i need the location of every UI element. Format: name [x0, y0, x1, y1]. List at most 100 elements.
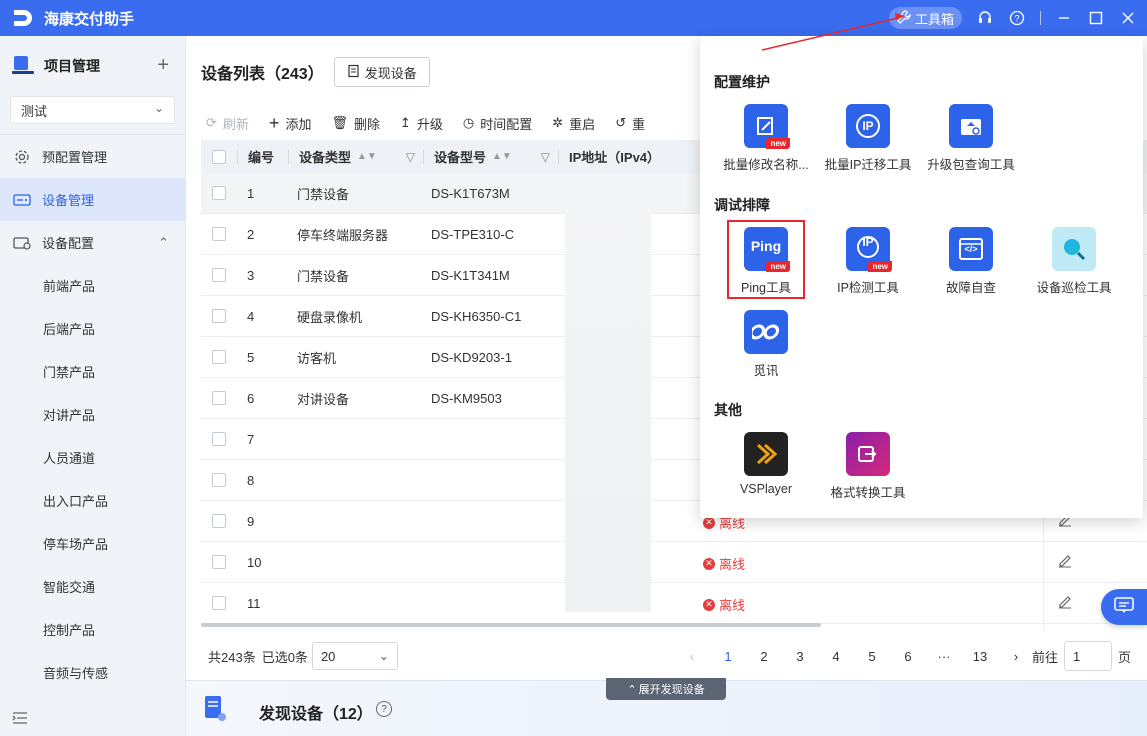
sidebar-subitem[interactable]: 门禁产品 — [0, 350, 185, 393]
page-number[interactable]: 5 — [854, 649, 890, 664]
close-icon[interactable] — [1119, 9, 1137, 27]
minimize-icon[interactable] — [1055, 9, 1073, 27]
page-number[interactable]: 1 — [710, 649, 746, 664]
tool-upgrade-query[interactable]: 升级包查询工具 — [921, 104, 1021, 173]
project-title: 项目管理 — [44, 58, 100, 74]
reboot-button[interactable]: ✲ 重启 — [552, 114, 595, 133]
tool-format-convert[interactable]: 格式转换工具 — [818, 432, 918, 501]
tool-batch-rename[interactable]: new 批量修改名称... — [716, 104, 816, 173]
row-checkbox[interactable] — [212, 473, 226, 487]
page-number[interactable]: 3 — [782, 649, 818, 664]
sort-icon: ▲▼ — [357, 151, 377, 162]
sidebar-subitem[interactable]: 出入口产品 — [0, 479, 185, 522]
header-model-label: 设备型号 — [434, 150, 487, 165]
page-number[interactable]: 6 — [890, 649, 926, 664]
tool-fault-check[interactable]: </> 故障自查 — [921, 227, 1021, 296]
tool-batch-ip-migrate[interactable]: IP 批量IP迁移工具 — [818, 104, 918, 173]
tool-vsplayer[interactable]: VSPlayer — [716, 432, 816, 496]
row-checkbox[interactable] — [212, 596, 226, 610]
row-checkbox[interactable] — [212, 514, 226, 528]
sidebar-subitem[interactable]: 人员通道 — [0, 436, 185, 479]
refresh-icon: ⟳ — [206, 115, 217, 130]
more-action-button[interactable]: ↺ 重 — [615, 114, 645, 133]
delete-button[interactable]: 🗑 删除 — [331, 114, 380, 133]
time-config-button[interactable]: ◷ 时间配置 — [463, 114, 532, 133]
expand-label: 展开发现设备 — [638, 684, 705, 696]
expand-discover-tab[interactable]: ⌃ 展开发现设备 — [606, 678, 726, 700]
help-icon[interactable]: ? — [1008, 9, 1026, 27]
table-row[interactable]: 11 — [201, 583, 1147, 624]
chat-float-button[interactable] — [1101, 589, 1147, 625]
collapse-menu-icon[interactable] — [12, 711, 28, 728]
discover-devices-button[interactable]: 发现设备 — [333, 57, 430, 87]
sidebar-subitem[interactable]: 后端产品 — [0, 307, 185, 350]
refresh-button[interactable]: ⟳ 刷新 — [206, 114, 249, 133]
row-checkbox[interactable] — [212, 555, 226, 569]
tool-ip-detect[interactable]: IP new IP检测工具 — [818, 227, 918, 296]
chat-icon — [1114, 596, 1134, 618]
sidebar-subitem[interactable]: 智能交通 — [0, 565, 185, 608]
header-type-label: 设备类型 — [299, 150, 352, 165]
select-all-checkbox[interactable] — [212, 149, 226, 164]
horizontal-scrollbar[interactable] — [201, 623, 821, 627]
row-checkbox[interactable] — [212, 350, 226, 364]
cell-model: DS-TPE310-C — [431, 226, 515, 242]
row-checkbox[interactable] — [212, 309, 226, 323]
cell-no: 1 — [247, 185, 255, 201]
tool-label: 觅讯 — [753, 364, 779, 378]
maximize-icon[interactable] — [1087, 9, 1105, 27]
table-row[interactable]: 10 — [201, 542, 1147, 583]
row-checkbox[interactable] — [212, 227, 226, 241]
sidebar-item-preconfig[interactable]: 预配置管理 — [0, 135, 185, 178]
cell-type: 门禁设备 — [297, 268, 350, 284]
filter-icon[interactable]: ▽ — [406, 150, 415, 164]
delete-label: 删除 — [353, 116, 380, 132]
page-ellipsis[interactable]: ··· — [926, 649, 962, 664]
help-icon[interactable]: ? — [376, 701, 392, 717]
status-offline: ✕ 离线 — [703, 595, 745, 614]
next-page-icon[interactable]: › — [998, 649, 1034, 664]
sidebar-subitem[interactable]: 控制产品 — [0, 608, 185, 651]
cell-model — [421, 419, 555, 459]
goto-input[interactable]: 1 — [1064, 641, 1113, 671]
title-bar: 海康交付助手 工具箱 ? — [0, 0, 1147, 36]
filter-icon[interactable]: ▽ — [541, 150, 550, 164]
prev-page-icon[interactable]: ‹ — [674, 649, 710, 664]
sidebar-subitem[interactable]: 音频与传感 — [0, 651, 185, 694]
row-checkbox[interactable] — [212, 186, 226, 200]
sidebar-item-label: 设备配置 — [42, 236, 95, 251]
add-button[interactable]: + 添加 — [269, 113, 312, 134]
page-size-select[interactable]: 20 ⌄ — [311, 642, 398, 670]
tool-device-inspection[interactable]: 设备巡检工具 — [1024, 227, 1124, 296]
sidebar-subitem[interactable]: 停车场产品 — [0, 522, 185, 565]
project-select-value: 测试 — [21, 103, 48, 119]
cell-model — [421, 501, 555, 541]
edit-icon[interactable] — [1057, 593, 1073, 612]
header-type[interactable]: 设备类型 ▲▼ ▽ — [289, 140, 423, 173]
toolbox-button[interactable]: 工具箱 — [888, 7, 962, 29]
cell-type — [287, 542, 421, 582]
total-count: 共243条 — [208, 649, 256, 665]
sidebar-subitem[interactable]: 前端产品 — [0, 264, 185, 307]
header-model[interactable]: 设备型号 ▲▼ ▽ — [424, 140, 558, 173]
headset-icon[interactable] — [976, 9, 994, 27]
sidebar-item-device-config[interactable]: 设备配置 ⌃ — [0, 221, 185, 264]
sidebar-subitem[interactable]: 对讲产品 — [0, 393, 185, 436]
plus-icon: + — [268, 112, 280, 133]
code-window-icon: </> — [949, 227, 993, 271]
tool-mixun[interactable]: 觅讯 — [716, 310, 816, 379]
add-project-icon[interactable]: + — [157, 54, 169, 77]
cell-model — [421, 460, 555, 500]
page-number[interactable]: 2 — [746, 649, 782, 664]
row-checkbox[interactable] — [212, 391, 226, 405]
edit-icon[interactable] — [1057, 552, 1073, 571]
page-number[interactable]: 4 — [818, 649, 854, 664]
tool-label: 批量IP迁移工具 — [824, 158, 912, 172]
project-select[interactable]: 测试 ⌄ — [10, 96, 175, 124]
row-checkbox[interactable] — [212, 432, 226, 446]
row-checkbox[interactable] — [212, 268, 226, 282]
sidebar-item-device-management[interactable]: 设备管理 — [0, 178, 185, 221]
page-number[interactable]: 13 — [962, 649, 998, 664]
cell-no: 8 — [247, 472, 255, 488]
upgrade-button[interactable]: ↥ 升级 — [400, 114, 443, 133]
